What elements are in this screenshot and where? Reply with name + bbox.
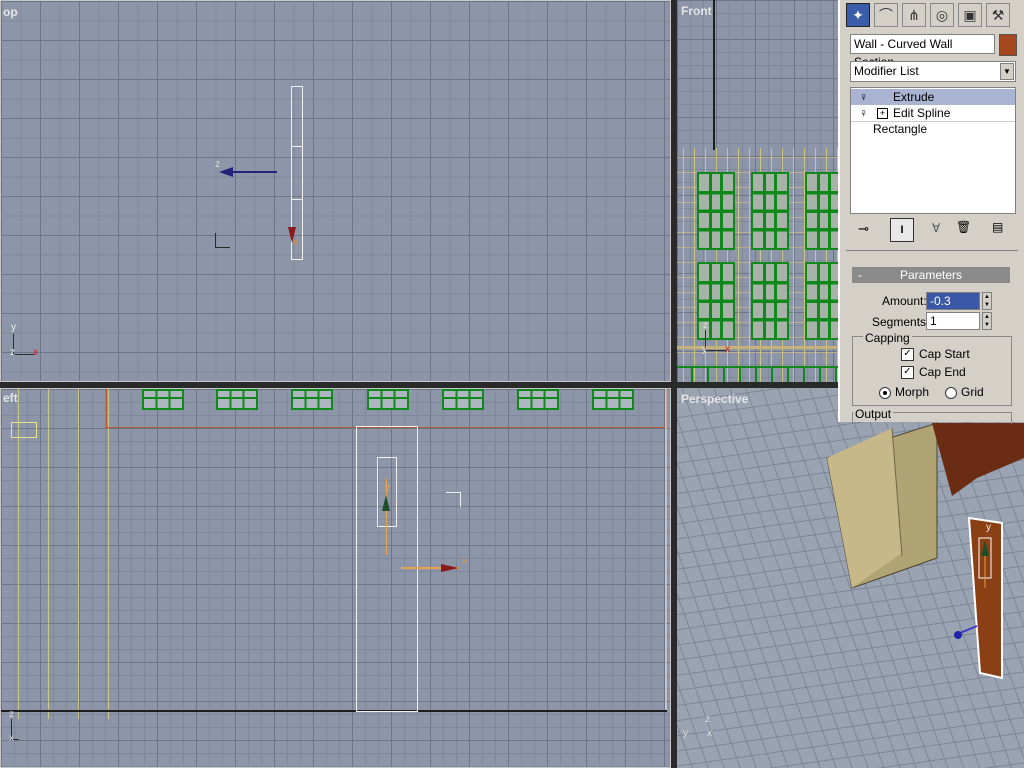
radio-icon [945,386,957,399]
left-ground-line [1,710,667,712]
stack-item-label: Rectangle [873,122,928,136]
display-icon[interactable]: ▣ [958,3,982,27]
stack-item-extrude[interactable]: ♀ Extrude [851,89,1015,105]
stack-item-label: Extrude [893,90,935,104]
lightbulb-icon[interactable]: ♀ [859,89,868,105]
axis-tripod: y z x [10,322,38,358]
elevation-window [142,389,184,410]
elevation-window [517,389,559,410]
hierarchy-icon[interactable]: ⋔ [902,3,926,27]
object-color-swatch[interactable] [999,34,1017,56]
gizmo-z-axis [959,625,978,634]
parameters-title: Parameters [899,268,963,282]
stack-item-label: Edit Spline [893,106,951,120]
gizmo-x-label: x [293,237,298,248]
facade-window [751,172,789,250]
lightbulb-icon[interactable]: ♀ [859,105,868,121]
gizmo-z-arrow-icon [219,167,233,177]
chevron-down-icon[interactable]: ▼ [1000,63,1014,80]
elevation-window [442,389,484,410]
radio-selected-icon [879,386,891,399]
facade-window [805,262,838,340]
facade-window [697,172,735,250]
axis-tripod: z y x [683,714,712,739]
front-window-sills [677,366,838,382]
pivot-corner [215,233,230,248]
cap-start-checkbox[interactable]: ✓ Cap Start [901,347,970,362]
modifier-stack: ♀ Extrude ♀ + Edit Spline Rectangle [850,87,1016,214]
expand-plus-icon[interactable]: + [877,108,888,119]
elevation-window [216,389,258,410]
viewport-label-front[interactable]: Front [681,4,712,18]
gizmo-x-arrow-icon [441,564,459,572]
elevation-window [291,389,333,410]
amount-field[interactable]: -0.3 [926,292,980,310]
segments-label: Segments: [872,315,930,329]
checkmark-icon: ✓ [901,366,914,380]
command-panel: ✦ ⌒ ⋔ ◎ ▣ ⚒ Wall - Curved Wall Section M… [838,0,1024,424]
object-name-field[interactable]: Wall - Curved Wall Section [850,34,995,69]
wall-outline-divider [291,146,303,147]
show-end-result-icon[interactable]: I [890,218,914,242]
top-viewport[interactable]: op z x y z x [0,0,671,382]
gizmo-z-handle-icon [954,631,962,639]
front-viewport[interactable]: Front z y x [677,0,838,382]
utilities-hammer-icon[interactable]: ⚒ [986,3,1010,27]
modify-curve-icon[interactable]: ⌒ [874,3,898,27]
capping-group: Capping ✓ Cap Start ✓ Cap End Morph Grid [852,331,1012,406]
gizmo-y-label: y [385,482,390,493]
amount-label: Amount: [882,294,927,308]
panel-divider [846,250,1018,251]
left-beam-start [106,389,107,429]
create-wand-icon[interactable]: ✦ [846,3,870,27]
modifier-list-dropdown[interactable]: Modifier List [850,61,1016,82]
stack-item-edit-spline[interactable]: ♀ + Edit Spline [851,105,1015,122]
segments-spinner[interactable]: ▲ ▼ [982,312,992,330]
gizmo-y-label: y [986,522,991,533]
facade-window [751,262,789,340]
perspective-viewport[interactable]: Perspective y z y x [677,388,1024,768]
axis-tripod: z y x [702,320,730,355]
axis-tripod: z x [9,709,49,751]
configure-modifiers-icon[interactable]: ▤ [992,220,1003,234]
stack-item-rectangle[interactable]: Rectangle [851,121,1015,137]
stack-toolbar: ⊸ I ∀ 🗑 ▤ [850,217,1016,243]
left-small-box [11,422,37,438]
elevation-window [592,389,634,410]
front-vertical-guide [713,0,715,150]
cap-end-checkbox[interactable]: ✓ Cap End [901,365,966,380]
make-unique-icon[interactable]: ∀ [932,221,940,235]
gizmo-z-label: z [215,159,220,170]
morph-radio[interactable]: Morph [879,385,929,399]
left-guides [1,389,111,719]
output-label: Output [853,407,894,421]
motion-icon[interactable]: ◎ [930,3,954,27]
gizmo-y-arrow-icon [382,495,390,511]
gizmo-x-label: x [462,556,467,567]
elevation-window [367,389,409,410]
output-group: Output [852,407,1012,424]
left-right-edge [665,389,667,711]
grid-radio[interactable]: Grid [945,385,984,399]
parameters-rollout-header[interactable]: - Parameters [852,267,1010,283]
remove-modifier-icon[interactable]: 🗑 [956,220,971,234]
capping-label: Capping [863,331,912,345]
viewport-label-top[interactable]: op [3,5,18,19]
left-viewport[interactable]: eft y x z x [0,388,671,768]
checkmark-icon: ✓ [901,348,914,362]
pin-stack-icon[interactable]: ⊸ [858,221,869,237]
pivot-corner [446,492,461,507]
facade-window [805,172,838,250]
amount-spinner[interactable]: ▲ ▼ [982,292,992,310]
segments-field[interactable]: 1 [926,312,980,330]
wall-back-beam [932,423,1024,496]
wall-outline-divider [291,199,303,200]
